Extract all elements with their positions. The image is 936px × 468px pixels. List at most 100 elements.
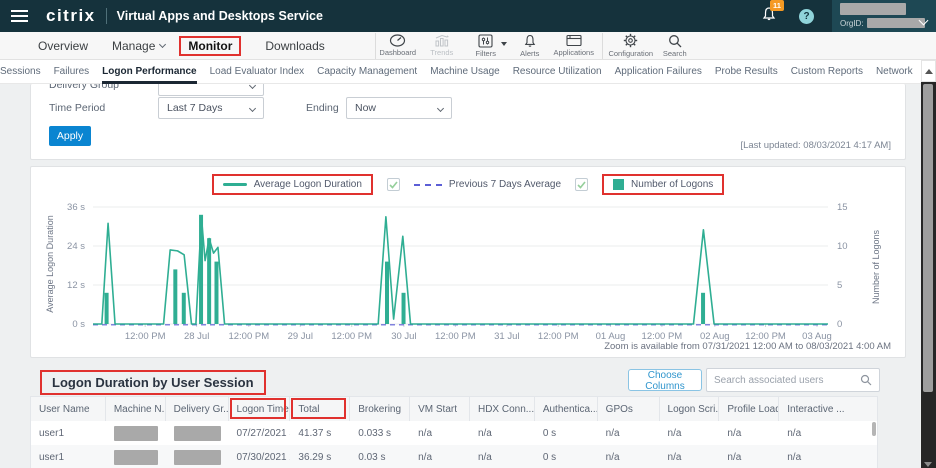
table-cell: n/a: [410, 452, 470, 463]
scrollbar-down-button[interactable]: [924, 462, 932, 467]
svg-text:28 Jul: 28 Jul: [184, 331, 209, 342]
table-cell: 0 s: [535, 452, 598, 463]
table-row[interactable]: user107/27/2021 5...41.37 s0.033 sn/an/a…: [31, 421, 877, 445]
apply-button[interactable]: Apply: [49, 126, 91, 146]
logon-duration-table: User NameMachine N...Delivery Gr...Logon…: [30, 396, 878, 468]
brand-divider: [106, 8, 107, 24]
subtab-application-failures[interactable]: Application Failures: [615, 60, 702, 84]
svg-text:0 s: 0 s: [72, 319, 85, 330]
subtab-machine-usage[interactable]: Machine Usage: [430, 60, 499, 84]
col-header-vm-start[interactable]: VM Start: [410, 397, 470, 421]
product-title: Virtual Apps and Desktops Service: [117, 9, 323, 23]
subtab-capacity-management[interactable]: Capacity Management: [317, 60, 417, 84]
citrix-logo: citrix: [46, 6, 96, 26]
legend-checkbox[interactable]: [387, 178, 400, 191]
col-header-authentica[interactable]: Authentica...: [535, 397, 598, 421]
col-header-delivery-gr[interactable]: Delivery Gr...: [166, 397, 229, 421]
time-period-dropdown[interactable]: Last 7 Days: [158, 97, 264, 119]
trends-icon: [434, 34, 450, 47]
nav-overview[interactable]: Overview: [38, 39, 88, 53]
subtab-probe-results[interactable]: Probe Results: [715, 60, 778, 84]
table-cell: user1: [31, 428, 106, 439]
left-axis-title: Average Logon Duration: [45, 209, 55, 319]
col-header-user-name[interactable]: User Name: [31, 397, 106, 421]
chevron-down-icon: [919, 16, 929, 26]
table-cell: n/a: [470, 428, 535, 439]
search-input[interactable]: [714, 375, 860, 386]
legend-number-of-logons: Number of Logons: [602, 174, 724, 195]
ending-label: Ending: [306, 102, 346, 114]
tool-alerts[interactable]: Alerts: [508, 32, 552, 60]
col-header-gpos[interactable]: GPOs: [598, 397, 660, 421]
scrollbar-thumb[interactable]: [923, 84, 933, 392]
main-nav-bar: Overview Manage Monitor Downloads Dashbo…: [0, 32, 936, 60]
table-cell: 0.033 s: [350, 428, 410, 439]
tool-trends: Trends: [420, 32, 464, 60]
nav-manage[interactable]: Manage: [112, 39, 165, 53]
svg-text:10: 10: [837, 241, 848, 252]
table-cell: 0 s: [535, 428, 598, 439]
gear-icon: [623, 33, 638, 48]
table-row[interactable]: user107/30/2021 2...36.29 s0.03 sn/an/a0…: [31, 445, 877, 468]
svg-text:12:00 PM: 12:00 PM: [331, 331, 372, 342]
svg-text:31 Jul: 31 Jul: [494, 331, 519, 342]
tool-search[interactable]: Search: [653, 32, 697, 60]
nav-monitor[interactable]: Monitor: [179, 36, 241, 56]
col-header-logon-scri[interactable]: Logon Scri...: [660, 397, 720, 421]
table-cell: n/a: [779, 452, 877, 463]
table-cell: 41.37 s: [290, 428, 350, 439]
svg-text:12:00 PM: 12:00 PM: [538, 331, 579, 342]
legend-checkbox[interactable]: [575, 178, 588, 191]
subtab-custom-reports[interactable]: Custom Reports: [791, 60, 863, 84]
tool-dashboard[interactable]: Dashboard: [376, 32, 420, 60]
table-cell: n/a: [598, 452, 660, 463]
table-scrollbar-thumb[interactable]: [872, 422, 876, 436]
choose-columns-button[interactable]: Choose Columns: [628, 369, 702, 391]
subtab-load-evaluator-index[interactable]: Load Evaluator Index: [210, 60, 305, 84]
hamburger-menu-icon[interactable]: [0, 0, 38, 32]
col-header-brokering[interactable]: Brokering: [350, 397, 410, 421]
bell-icon: [523, 34, 537, 48]
ending-dropdown[interactable]: Now: [346, 97, 452, 119]
svg-text:12 s: 12 s: [67, 280, 85, 291]
time-period-label: Time Period: [49, 102, 158, 114]
right-axis-title: Number of Logons: [871, 222, 881, 312]
search-icon: [860, 374, 872, 386]
help-button[interactable]: ?: [799, 9, 814, 24]
tool-applications[interactable]: Applications: [552, 32, 596, 60]
col-header-total[interactable]: Total: [290, 397, 350, 421]
top-bar: citrix Virtual Apps and Desktops Service…: [0, 0, 936, 32]
filters-panel: Delivery Group Time Period Last 7 Days E…: [30, 84, 906, 160]
monitor-subtabs: Sessions Failures Logon Performance Load Ev…: [0, 60, 936, 84]
logon-duration-chart: 0 s12 s24 s36 s05101512:00 PM28 Jul12:00…: [31, 197, 907, 347]
col-header-profile-load[interactable]: Profile Load: [719, 397, 779, 421]
tool-filters[interactable]: Filters: [464, 32, 508, 60]
subtab-failures[interactable]: Failures: [54, 60, 90, 84]
nav-downloads[interactable]: Downloads: [265, 39, 324, 53]
table-cell: n/a: [719, 428, 779, 439]
subtab-logon-performance[interactable]: Logon Performance: [102, 60, 196, 84]
redacted-value: [114, 450, 158, 465]
org-id-redacted: [867, 18, 925, 28]
filters-icon: [478, 34, 493, 48]
tool-configuration[interactable]: Configuration: [609, 32, 653, 60]
subtab-network[interactable]: Network: [876, 60, 913, 84]
table-title: Logon Duration by User Session: [40, 370, 266, 395]
redacted-value: [174, 450, 221, 465]
col-header-interactive[interactable]: Interactive ...: [779, 397, 877, 421]
scrollbar-up-button[interactable]: [921, 60, 936, 82]
delivery-group-dropdown[interactable]: [158, 84, 264, 96]
col-header-logon-time[interactable]: Logon Time: [229, 397, 291, 421]
table-cell: n/a: [719, 452, 779, 463]
table-cell: n/a: [410, 428, 470, 439]
notifications-button[interactable]: 11: [761, 6, 777, 27]
col-header-hdx-conn[interactable]: HDX Conn...: [470, 397, 535, 421]
chevron-down-icon: [159, 40, 166, 47]
table-cell: n/a: [660, 428, 720, 439]
subtab-resource-utilization[interactable]: Resource Utilization: [513, 60, 602, 84]
col-header-machine-n[interactable]: Machine N...: [106, 397, 166, 421]
svg-text:0: 0: [837, 319, 842, 330]
subtab-sessions[interactable]: Sessions: [0, 60, 41, 84]
window-icon: [566, 34, 582, 47]
account-menu[interactable]: OrgID:: [832, 0, 936, 32]
